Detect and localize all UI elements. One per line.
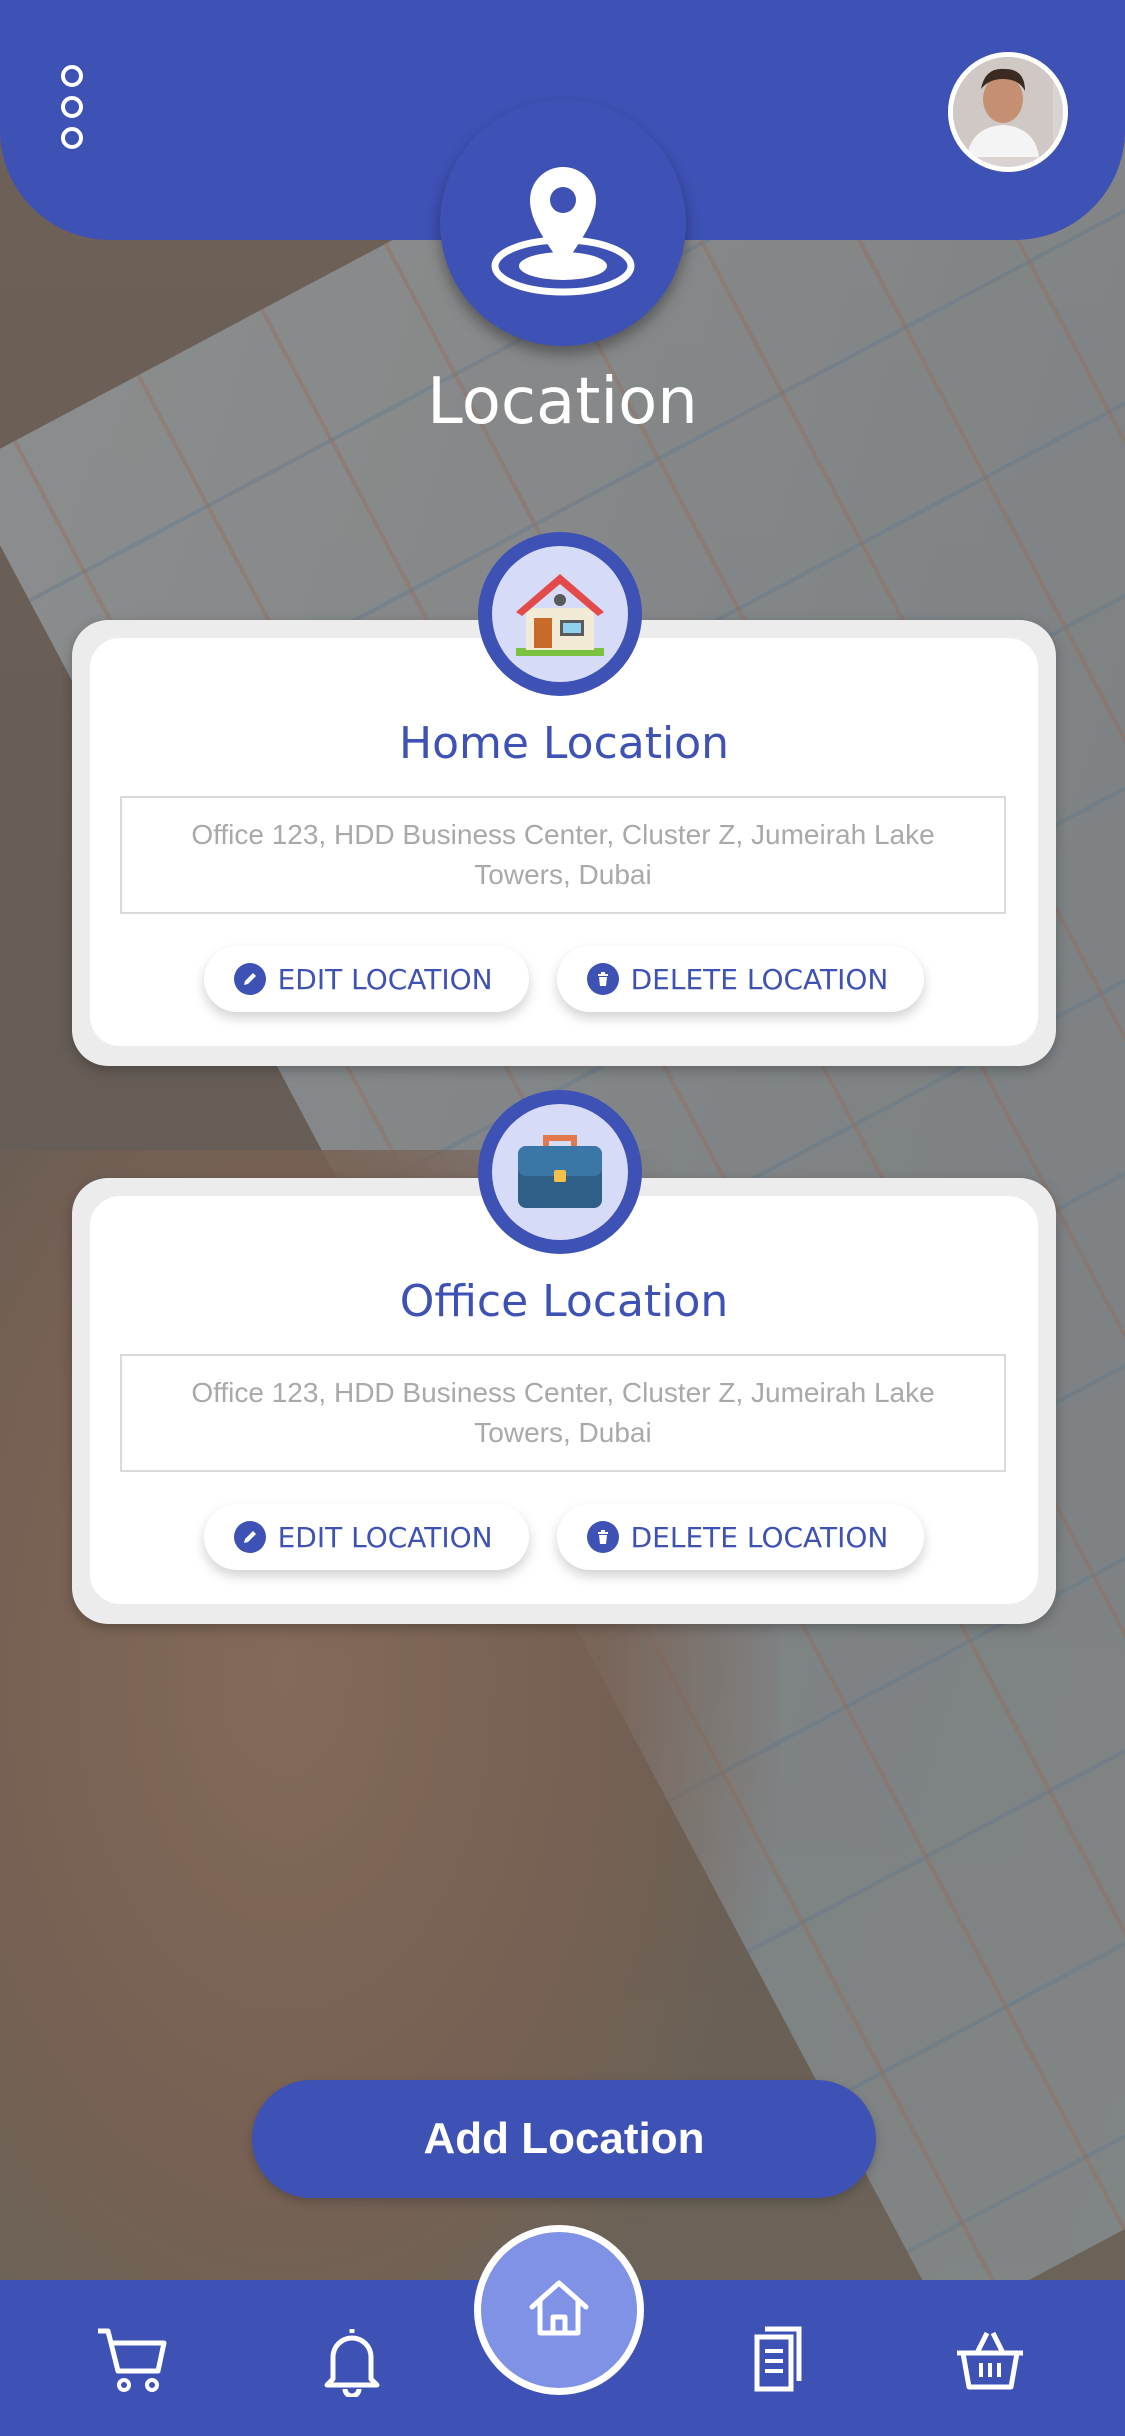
delete-location-button[interactable]: DELETE LOCATION (556, 1504, 925, 1570)
document-icon[interactable] (737, 2320, 817, 2400)
edit-location-button[interactable]: EDIT LOCATION (203, 946, 529, 1012)
add-location-button[interactable]: Add Location (252, 2080, 876, 2198)
briefcase-icon (478, 1090, 642, 1254)
edit-location-label: EDIT LOCATION (277, 962, 493, 996)
edit-location-label: EDIT LOCATION (277, 1520, 493, 1554)
delete-location-label: DELETE LOCATION (630, 962, 889, 996)
house-icon (478, 532, 642, 696)
home-icon (526, 2277, 592, 2344)
page-title: Location (427, 365, 698, 439)
trash-icon (586, 963, 619, 995)
address-field[interactable]: Office 123, HDD Business Center, Cluster… (120, 1354, 1006, 1472)
more-vertical-icon[interactable] (55, 65, 89, 149)
edit-location-button[interactable]: EDIT LOCATION (203, 1504, 529, 1570)
location-pin-icon (440, 100, 686, 346)
bell-icon[interactable] (312, 2320, 392, 2400)
cart-icon[interactable] (92, 2320, 172, 2400)
pencil-icon (233, 1521, 266, 1553)
basket-icon[interactable] (950, 2320, 1030, 2400)
delete-location-button[interactable]: DELETE LOCATION (556, 946, 925, 1012)
address-field[interactable]: Office 123, HDD Business Center, Cluster… (120, 796, 1006, 914)
trash-icon (586, 1521, 619, 1553)
home-button[interactable] (474, 2225, 644, 2395)
card-title: Home Location (398, 718, 730, 769)
pencil-icon (233, 963, 266, 995)
card-title: Office Location (399, 1276, 729, 1327)
delete-location-label: DELETE LOCATION (630, 1520, 889, 1554)
avatar[interactable] (948, 52, 1068, 172)
